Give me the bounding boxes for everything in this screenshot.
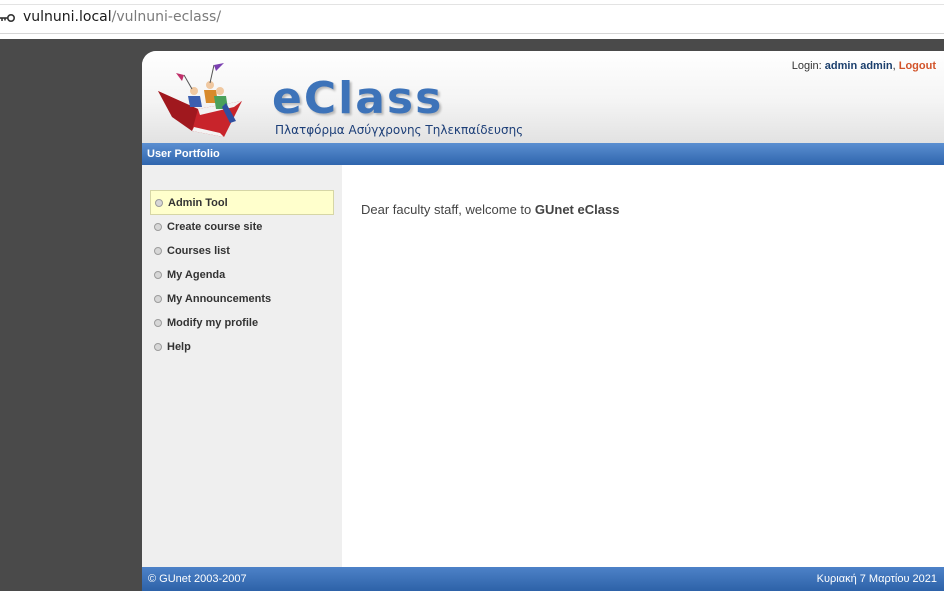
sidebar-item-modify-profile[interactable]: Modify my profile [150,311,334,335]
sidebar-item-label: Modify my profile [167,317,259,329]
welcome-brand: GUnet eClass [534,202,620,217]
circle-bullet-icon [154,247,162,255]
sidebar-item-label: Create course site [167,221,263,233]
welcome-message: Dear faculty staff, welcome to GUnet eCl… [361,202,619,217]
welcome-prefix: Dear faculty staff, welcome to [361,202,535,217]
page-header: eClass Πλατφόρμα Ασύγχρονης Τηλεκπαίδευσ… [142,51,944,143]
url-path: /vulnuni-eclass/ [111,9,222,25]
login-label: Login: [791,60,822,72]
sidebar-item-label: Courses list [167,245,230,257]
key-icon[interactable] [0,13,16,23]
sidebar-item-my-agenda[interactable]: My Agenda [150,263,334,287]
sidebar-item-courses-list[interactable]: Courses list [150,239,334,263]
footer-copyright: © GUnet 2003-2007 [148,573,247,585]
circle-bullet-icon [154,319,162,327]
sidebar-item-label: Admin Tool [168,197,228,209]
sidebar-item-admin-tool[interactable]: Admin Tool [150,190,334,215]
tab-strip-edge [0,0,944,5]
url-host: vulnuni.local [23,9,112,25]
page-footer: © GUnet 2003-2007 Κυριακή 7 Μαρτίου 2021 [142,567,944,591]
sidebar-item-label: My Agenda [167,269,226,281]
section-title: User Portfolio [147,148,220,160]
brand-subtitle: Πλατφόρμα Ασύγχρονης Τηλεκπαίδευσης [275,123,524,137]
sidebar-item-help[interactable]: Help [150,335,334,359]
circle-bullet-icon [154,295,162,303]
sidebar-menu: Admin Tool Create course site Courses li… [150,190,334,359]
main-content: Dear faculty staff, welcome to GUnet eCl… [342,165,944,567]
sidebar-item-create-course-site[interactable]: Create course site [150,215,334,239]
sidebar-item-label: Help [167,341,191,353]
sidebar-item-label: My Announcements [167,293,272,305]
eclass-page: eClass Πλατφόρμα Ασύγχρονης Τηλεκπαίδευσ… [142,51,944,591]
circle-bullet-icon [154,343,162,351]
circle-bullet-icon [155,199,163,207]
circle-bullet-icon [154,271,162,279]
url-text[interactable]: vulnuni.local/vulnuni-eclass/ [23,9,221,25]
sidebar: Admin Tool Create course site Courses li… [142,165,342,567]
login-separator: , [892,60,896,72]
browser-url-bar[interactable]: vulnuni.local/vulnuni-eclass/ [0,0,944,34]
footer-date: Κυριακή 7 Μαρτίου 2021 [816,573,937,585]
login-username: admin admin [824,60,893,72]
logout-link[interactable]: Logout [899,60,936,72]
sidebar-item-my-announcements[interactable]: My Announcements [150,287,334,311]
circle-bullet-icon [154,223,162,231]
brand-logo-text[interactable]: eClass [272,73,443,124]
login-info: Login: admin admin, Logout [792,60,936,72]
page-viewport: eClass Πλατφόρμα Ασύγχρονης Τηλεκπαίδευσ… [0,39,944,591]
flying-book-logo[interactable] [154,61,254,141]
section-title-bar: User Portfolio [142,143,944,165]
